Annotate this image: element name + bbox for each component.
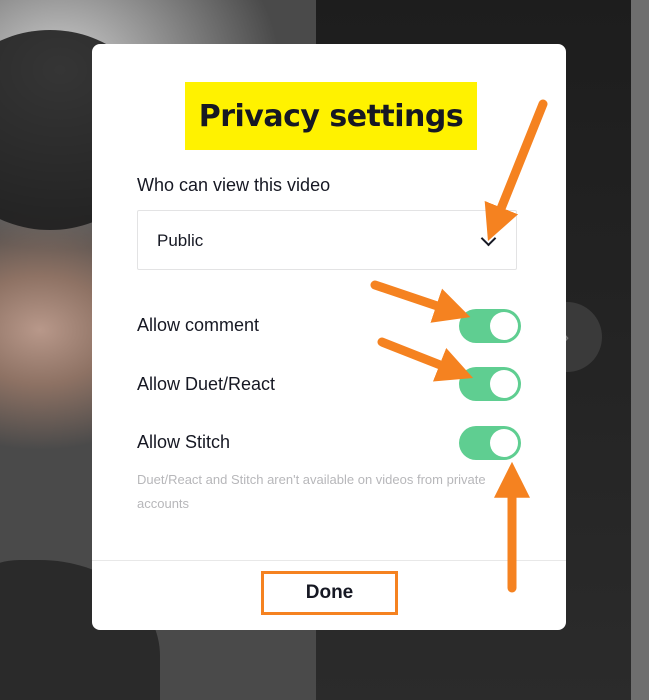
footer-divider	[92, 560, 566, 561]
toggle-knob	[490, 429, 518, 457]
allow-comment-label: Allow comment	[137, 315, 260, 335]
toggle-knob	[490, 312, 518, 340]
availability-note: Duet/React and Stitch aren't available o…	[137, 472, 486, 511]
allow-stitch-toggle[interactable]	[459, 426, 521, 460]
privacy-settings-modal: Privacy settings Who can view this video…	[92, 44, 566, 630]
allow-duet-react-label: Allow Duet/React	[137, 374, 276, 394]
allow-comment-toggle[interactable]	[459, 309, 521, 343]
who-can-view-label: Who can view this video	[137, 175, 331, 195]
toggle-knob	[490, 370, 518, 398]
title-highlight: Privacy settings	[185, 82, 477, 150]
chevron-down-icon	[480, 230, 497, 247]
allow-stitch-label: Allow Stitch	[137, 432, 231, 452]
who-can-view-value: Public	[157, 231, 204, 250]
done-button[interactable]: Done	[261, 571, 398, 615]
allow-duet-react-toggle[interactable]	[459, 367, 521, 401]
modal-title: Privacy settings	[198, 98, 464, 134]
who-can-view-select[interactable]: Public	[137, 210, 517, 270]
page-edge-strip	[631, 0, 649, 700]
